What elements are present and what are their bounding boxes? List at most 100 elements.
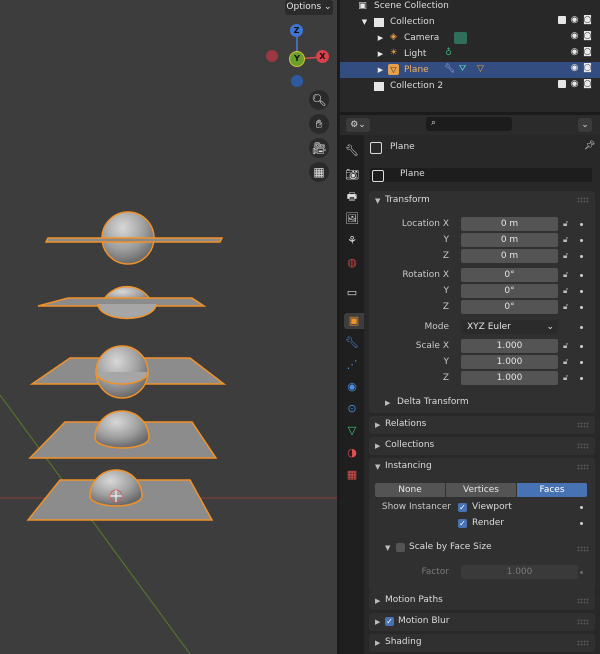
drag-handle-icon[interactable] [577, 546, 589, 552]
light-data-icon[interactable]: ♁ [444, 49, 453, 58]
gizmo-neg-x-axis[interactable] [266, 50, 278, 62]
drag-handle-icon[interactable] [577, 640, 589, 646]
gizmo-z-axis[interactable]: Z [290, 24, 303, 37]
render-camera-icon[interactable]: ◙ [583, 32, 592, 41]
rotation-x-field[interactable]: 0° [461, 268, 558, 282]
rotation-mode-dropdown[interactable]: XYZ Euler ⌄ [461, 320, 558, 334]
pin-icon[interactable]: 📌︎ [584, 141, 595, 151]
collapse-arrow-icon[interactable]: ▶ [375, 618, 380, 626]
exclude-checkbox[interactable] [558, 16, 566, 24]
data-tab-icon[interactable]: ▽ [344, 423, 360, 439]
location-x-field[interactable]: 0 m [461, 217, 558, 231]
render-camera-icon[interactable]: ◙ [583, 80, 592, 89]
expand-arrow-icon[interactable]: ▼ [360, 18, 369, 27]
tool-tab-icon[interactable]: 🔧︎ [344, 143, 360, 159]
panel-title[interactable]: Motion Paths [385, 595, 443, 605]
collapse-arrow-icon[interactable]: ▶ [375, 639, 380, 647]
instancing-option-vertices[interactable]: Vertices [446, 483, 516, 497]
properties-editor[interactable]: ⚙︎⌄ ⌕ ⌄ 🔧︎ 📷︎ 🖶︎ 🖼︎ ⚘ ◍ ▭ ▣ 🔧︎ ⋰ ◉ ⊙ ▽ ◑… [340, 115, 600, 654]
factor-field[interactable]: 1.000 [461, 565, 578, 579]
instancing-option-none[interactable]: None [375, 483, 445, 497]
panel-title[interactable]: Collections [385, 440, 434, 450]
collection-tab-icon[interactable]: ▭ [344, 285, 360, 301]
panel-title[interactable]: Transform [385, 195, 430, 205]
zoom-icon[interactable]: 🔍︎ [309, 90, 329, 110]
texture-tab-icon[interactable]: ▦ [344, 467, 360, 483]
outliner-row-light[interactable]: ▶ ☀︎ Light ♁ ◉ ◙ [340, 46, 600, 62]
expand-arrow-icon[interactable]: ▶ [376, 66, 385, 75]
output-tab-icon[interactable]: 🖶︎ [344, 189, 360, 205]
motion-blur-panel[interactable]: ▶ ✓ Motion Blur [369, 613, 595, 631]
instance-object-4[interactable] [28, 410, 218, 459]
scene-tab-icon[interactable]: ⚘ [344, 233, 360, 249]
panel-title[interactable]: Shading [385, 637, 422, 647]
expand-arrow-icon[interactable]: ▶ [376, 34, 385, 43]
scale-by-face-size-checkbox[interactable] [396, 543, 405, 552]
render-tab-icon[interactable]: 📷︎ [344, 167, 360, 183]
keyframe-dot[interactable] [580, 223, 583, 226]
instance-object-5[interactable] [26, 469, 214, 521]
eye-icon[interactable]: ◉ [570, 80, 579, 89]
object-type-dropdown[interactable] [372, 170, 384, 182]
material-tab-icon[interactable]: ◑ [344, 445, 360, 461]
keyframe-dot[interactable] [580, 290, 583, 293]
panel-title[interactable]: Motion Blur [398, 616, 449, 626]
outliner-row-collection[interactable]: ▼ Collection ◉ ◙ [340, 14, 600, 30]
search-input[interactable]: ⌕ [426, 117, 512, 131]
motion-paths-panel[interactable]: ▶ Motion Paths [369, 592, 595, 610]
lock-icon[interactable]: 🔓︎ [563, 251, 568, 261]
keyframe-dot[interactable] [580, 326, 583, 329]
collapse-arrow-icon[interactable]: ▶ [375, 597, 380, 605]
exclude-checkbox[interactable] [558, 80, 566, 88]
gizmo-y-axis[interactable]: Y [289, 51, 305, 67]
location-y-field[interactable]: 0 m [461, 233, 558, 247]
modifier-tab-icon[interactable]: 🔧︎ [344, 335, 360, 351]
delta-transform-subpanel[interactable]: Delta Transform [397, 397, 469, 407]
collapse-arrow-icon[interactable]: ▼ [375, 197, 380, 205]
collapse-arrow-icon[interactable]: ▶ [375, 421, 380, 429]
gizmo-neg-z-axis[interactable] [291, 75, 303, 87]
particle-icon[interactable]: ⛛ [458, 65, 467, 74]
drag-handle-icon[interactable] [577, 464, 589, 470]
rotation-z-field[interactable]: 0° [461, 300, 558, 314]
keyframe-dot[interactable] [580, 239, 583, 242]
lock-icon[interactable]: 🔓︎ [563, 373, 568, 383]
keyframe-dot[interactable] [580, 274, 583, 277]
motion-blur-checkbox[interactable]: ✓ [385, 617, 394, 626]
panel-title[interactable]: Relations [385, 419, 426, 429]
render-camera-icon[interactable]: ◙ [583, 16, 592, 25]
gizmo-x-axis[interactable]: X [316, 50, 329, 63]
drag-handle-icon[interactable] [577, 443, 589, 449]
keyframe-dot[interactable] [580, 361, 583, 364]
collections-panel[interactable]: ▶ Collections [369, 437, 595, 455]
render-camera-icon[interactable]: ◙ [583, 64, 592, 73]
lock-icon[interactable]: 🔓︎ [563, 357, 568, 367]
world-tab-icon[interactable]: ◍ [344, 255, 360, 271]
keyframe-dot[interactable] [580, 255, 583, 258]
outliner-row-camera[interactable]: ▶ ◈ Camera ◉ ◙ [340, 30, 600, 46]
camera-icon[interactable]: 🎥︎ [309, 138, 329, 158]
relations-panel[interactable]: ▶ Relations [369, 416, 595, 434]
scale-x-field[interactable]: 1.000 [461, 339, 558, 353]
drag-handle-icon[interactable] [577, 598, 589, 604]
instance-object-2[interactable] [37, 285, 207, 320]
lock-icon[interactable]: 🔓︎ [563, 302, 568, 312]
scale-z-field[interactable]: 1.000 [461, 371, 558, 385]
camera-data-icon[interactable] [454, 32, 467, 44]
lock-icon[interactable]: 🔓︎ [563, 219, 568, 229]
grid-icon[interactable]: ▦ [309, 162, 329, 182]
particles-tab-icon[interactable]: ⋰ [344, 357, 360, 373]
header-chevron-icon[interactable]: ⌄ [578, 118, 592, 132]
drag-handle-icon[interactable] [577, 619, 589, 625]
drag-handle-icon[interactable] [577, 422, 589, 428]
keyframe-dot[interactable] [580, 506, 583, 509]
scale-y-field[interactable]: 1.000 [461, 355, 558, 369]
modifier-wrench-icon[interactable]: 🔧︎ [444, 65, 455, 74]
constraints-tab-icon[interactable]: ⊙ [344, 401, 360, 417]
scale-by-face-size-label[interactable]: Scale by Face Size [409, 542, 492, 552]
eye-icon[interactable]: ◉ [570, 64, 579, 73]
lock-icon[interactable]: 🔓︎ [563, 341, 568, 351]
lock-icon[interactable]: 🔓︎ [563, 270, 568, 280]
collapse-arrow-icon[interactable]: ▼ [385, 544, 390, 552]
mesh-data-icon[interactable]: ▽ [476, 65, 485, 74]
